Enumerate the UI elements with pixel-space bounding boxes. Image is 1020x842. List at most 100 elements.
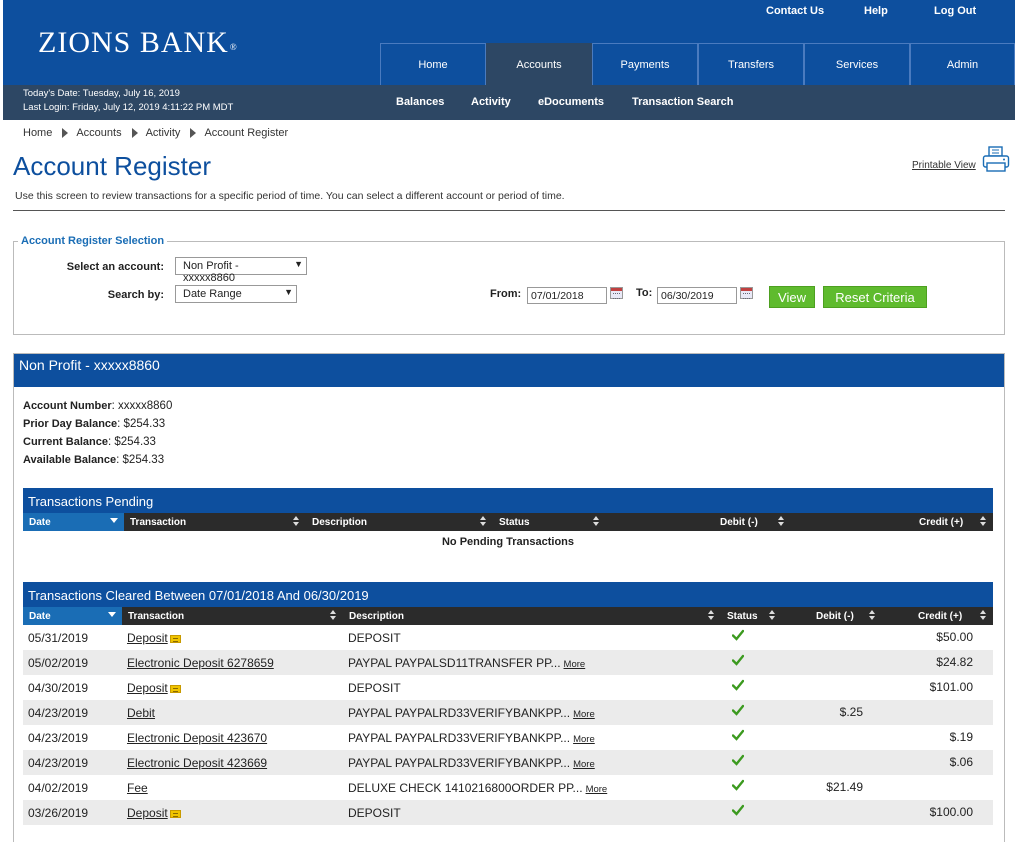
row-date: 05/02/2019 — [28, 656, 89, 670]
table-row: 04/02/2019 Fee DELUXE CHECK 1410216800ORDE… — [23, 775, 993, 800]
row-credit: $101.00 — [929, 680, 973, 694]
view-button[interactable]: View — [769, 286, 815, 308]
document-icon[interactable] — [169, 685, 181, 693]
search-by-label: Search by: — [107, 289, 164, 301]
sort-icon — [869, 610, 876, 621]
col-head-status[interactable]: Status — [721, 607, 782, 625]
breadcrumb-activity[interactable]: Activity — [146, 127, 181, 139]
col-head-date[interactable]: Date — [23, 607, 122, 625]
nav-tab-services[interactable]: Services — [804, 43, 910, 85]
from-date-input[interactable]: 07/01/2018 — [527, 287, 607, 304]
row-credit: $24.82 — [936, 655, 973, 669]
sub-nav-activity[interactable]: Activity — [471, 96, 511, 108]
transaction-link[interactable]: Deposit — [127, 806, 168, 820]
document-icon[interactable] — [169, 635, 181, 643]
divider — [13, 210, 1005, 211]
row-date: 05/31/2019 — [28, 631, 89, 645]
col-head-date[interactable]: Date — [23, 513, 124, 531]
row-description: PAYPAL PAYPALRD33VERIFYBANKPP... More — [348, 731, 595, 745]
sub-nav-edocuments[interactable]: eDocuments — [538, 96, 604, 108]
col-head-debit[interactable]: Debit (-) — [782, 607, 882, 625]
row-transaction-cell: Electronic Deposit 423670 — [127, 731, 267, 745]
nav-tab-payments[interactable]: Payments — [592, 43, 698, 85]
nav-tab-transfers[interactable]: Transfers — [698, 43, 804, 85]
col-head-credit[interactable]: Credit (+) — [882, 607, 993, 625]
col-head-description[interactable]: Description — [343, 607, 721, 625]
row-description: DELUXE CHECK 1410216800ORDER PP... More — [348, 781, 607, 795]
row-transaction-cell: Deposit — [127, 631, 181, 645]
more-link[interactable]: More — [564, 659, 586, 670]
row-credit: $.06 — [949, 755, 973, 769]
col-head-transaction[interactable]: Transaction — [122, 607, 343, 625]
to-label: To: — [636, 287, 653, 299]
table-row: 04/23/2019 Debit PAYPAL PAYPALRD33VERIFYBA… — [23, 700, 993, 725]
reset-criteria-button[interactable]: Reset Criteria — [823, 286, 927, 308]
sort-icon — [330, 610, 337, 621]
transaction-link[interactable]: Deposit — [127, 681, 168, 695]
todays-date: Today's Date: Tuesday, July 16, 2019 — [23, 88, 180, 99]
search-by-select[interactable]: Date Range ▼ — [175, 285, 297, 303]
printable-view-link[interactable]: Printable View — [912, 160, 976, 171]
nav-tab-accounts[interactable]: Accounts — [486, 43, 592, 85]
pending-header-row: Date Transaction Description Status Debi… — [23, 513, 993, 531]
account-select[interactable]: Non Profit - xxxxx8860 ▼ — [175, 257, 307, 284]
zions-bank-logo[interactable]: ZIONS BANK® — [38, 26, 238, 60]
document-icon[interactable] — [169, 810, 181, 818]
row-description: PAYPAL PAYPALRD33VERIFYBANKPP... More — [348, 756, 595, 770]
col-head-debit[interactable]: Debit (-) — [606, 513, 791, 531]
calendar-icon[interactable] — [740, 287, 753, 299]
table-row: 05/02/2019 Electronic Deposit 6278659 PAYP… — [23, 650, 993, 675]
transaction-link[interactable]: Debit — [127, 706, 155, 720]
sort-icon — [980, 516, 987, 527]
breadcrumb-accounts[interactable]: Accounts — [76, 127, 121, 139]
sort-desc-icon — [108, 612, 116, 617]
transaction-link[interactable]: Deposit — [127, 631, 168, 645]
sub-nav-balances[interactable]: Balances — [396, 96, 444, 108]
account-label: Select an account: — [66, 261, 164, 273]
check-icon — [732, 754, 744, 766]
more-link[interactable]: More — [573, 734, 595, 745]
breadcrumb-home[interactable]: Home — [23, 127, 52, 139]
transaction-link[interactable]: Electronic Deposit 6278659 — [127, 656, 274, 670]
current-balance: Current Balance: $254.33 — [23, 436, 156, 448]
sub-nav-transaction-search[interactable]: Transaction Search — [632, 96, 734, 108]
transaction-link[interactable]: Electronic Deposit 423670 — [127, 731, 267, 745]
col-head-description[interactable]: Description — [306, 513, 493, 531]
row-date: 04/30/2019 — [28, 681, 89, 695]
col-head-status[interactable]: Status — [493, 513, 606, 531]
log-out-link[interactable]: Log Out — [934, 5, 976, 17]
transaction-link[interactable]: Fee — [127, 781, 148, 795]
row-description: DEPOSIT — [348, 631, 401, 645]
breadcrumb-current: Account Register — [204, 127, 289, 139]
caret-down-icon: ▼ — [294, 259, 303, 269]
help-link[interactable]: Help — [864, 5, 888, 17]
sort-icon — [769, 610, 776, 621]
row-date: 04/23/2019 — [28, 756, 89, 770]
row-credit: $50.00 — [936, 630, 973, 644]
col-head-credit[interactable]: Credit (+) — [791, 513, 993, 531]
nav-tab-home[interactable]: Home — [380, 43, 486, 85]
printer-icon[interactable] — [982, 146, 1010, 172]
more-link[interactable]: More — [573, 759, 595, 770]
check-icon — [732, 704, 744, 716]
row-transaction-cell: Fee — [127, 781, 148, 795]
no-pending-message: No Pending Transactions — [441, 536, 575, 548]
more-link[interactable]: More — [586, 784, 608, 795]
transaction-link[interactable]: Electronic Deposit 423669 — [127, 756, 267, 770]
sort-icon — [778, 516, 785, 527]
selection-legend: Account Register Selection — [18, 235, 168, 247]
description-text: PAYPAL PAYPALRD33VERIFYBANKPP... — [348, 731, 571, 745]
check-icon — [732, 804, 744, 816]
col-head-transaction[interactable]: Transaction — [124, 513, 306, 531]
chevron-right-icon — [131, 128, 138, 138]
contact-us-link[interactable]: Contact Us — [766, 5, 824, 17]
row-transaction-cell: Deposit — [127, 681, 181, 695]
row-description: DEPOSIT — [348, 681, 401, 695]
pending-title: Transactions Pending — [23, 488, 993, 513]
to-date-input[interactable]: 06/30/2019 — [657, 287, 737, 304]
calendar-icon[interactable] — [610, 287, 623, 299]
check-icon — [732, 629, 744, 641]
check-icon — [732, 779, 744, 791]
nav-tab-admin[interactable]: Admin — [910, 43, 1015, 85]
more-link[interactable]: More — [573, 709, 595, 720]
